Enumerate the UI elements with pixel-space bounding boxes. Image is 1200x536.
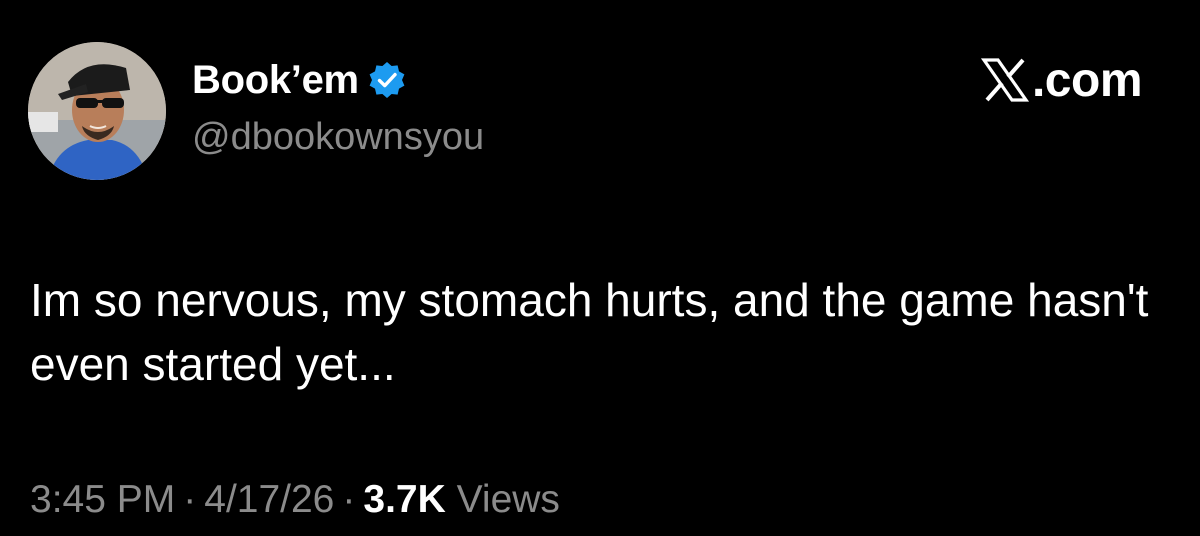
tweet-meta: 3:45 PM · 4/17/26 · 3.7K Views — [30, 478, 560, 522]
meta-separator: · — [342, 478, 356, 521]
x-logo-icon — [980, 55, 1030, 105]
author-display-name[interactable]: Book’em — [192, 58, 359, 103]
avatar[interactable] — [28, 42, 166, 180]
tweet-time[interactable]: 3:45 PM — [30, 478, 175, 521]
author-name-row[interactable]: Book’em — [192, 54, 407, 106]
meta-separator: · — [183, 478, 197, 521]
author-handle[interactable]: @dbookownsyou — [192, 116, 484, 159]
brand-link[interactable]: .com — [980, 52, 1143, 108]
profile-photo-image — [28, 42, 166, 180]
views-label: Views — [456, 478, 560, 521]
tweet-date[interactable]: 4/17/26 — [204, 478, 334, 521]
brand-domain-text: .com — [1031, 53, 1143, 107]
tweet-text: Im so nervous, my stomach hurts, and the… — [30, 274, 1149, 390]
views-count[interactable]: 3.7K — [363, 478, 445, 521]
verified-badge-icon — [367, 60, 407, 100]
